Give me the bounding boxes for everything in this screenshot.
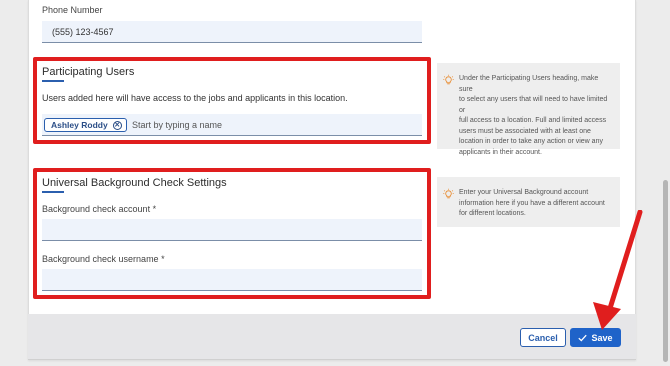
tip-line: users must be associated with at least o…: [459, 127, 591, 135]
participating-users-highlight: [33, 57, 431, 144]
participating-users-tip: Under the Participating Users heading, m…: [437, 63, 620, 156]
tip-line: information here if you have a different…: [459, 199, 605, 207]
tip-line: Enter your Universal Background account: [459, 189, 589, 196]
background-check-highlight: [33, 168, 431, 299]
cancel-button[interactable]: Cancel: [520, 328, 566, 347]
lightbulb-icon: [443, 74, 454, 85]
scrollbar-thumb[interactable]: [663, 180, 668, 362]
annotation-arrow: [593, 210, 643, 330]
phone-number-label: Phone Number: [42, 5, 103, 15]
tip-line: applicants in their account.: [459, 148, 542, 156]
tip-line: full access to a location. Full and limi…: [459, 117, 607, 124]
tip-line: Under the Participating Users heading, m…: [459, 75, 599, 93]
tip-line: location in order to take any action or …: [459, 138, 603, 145]
lightbulb-icon: [443, 188, 454, 199]
phone-number-field[interactable]: (555) 123-4567: [42, 21, 422, 43]
tip-line: to select any users that will need to ha…: [459, 96, 608, 114]
